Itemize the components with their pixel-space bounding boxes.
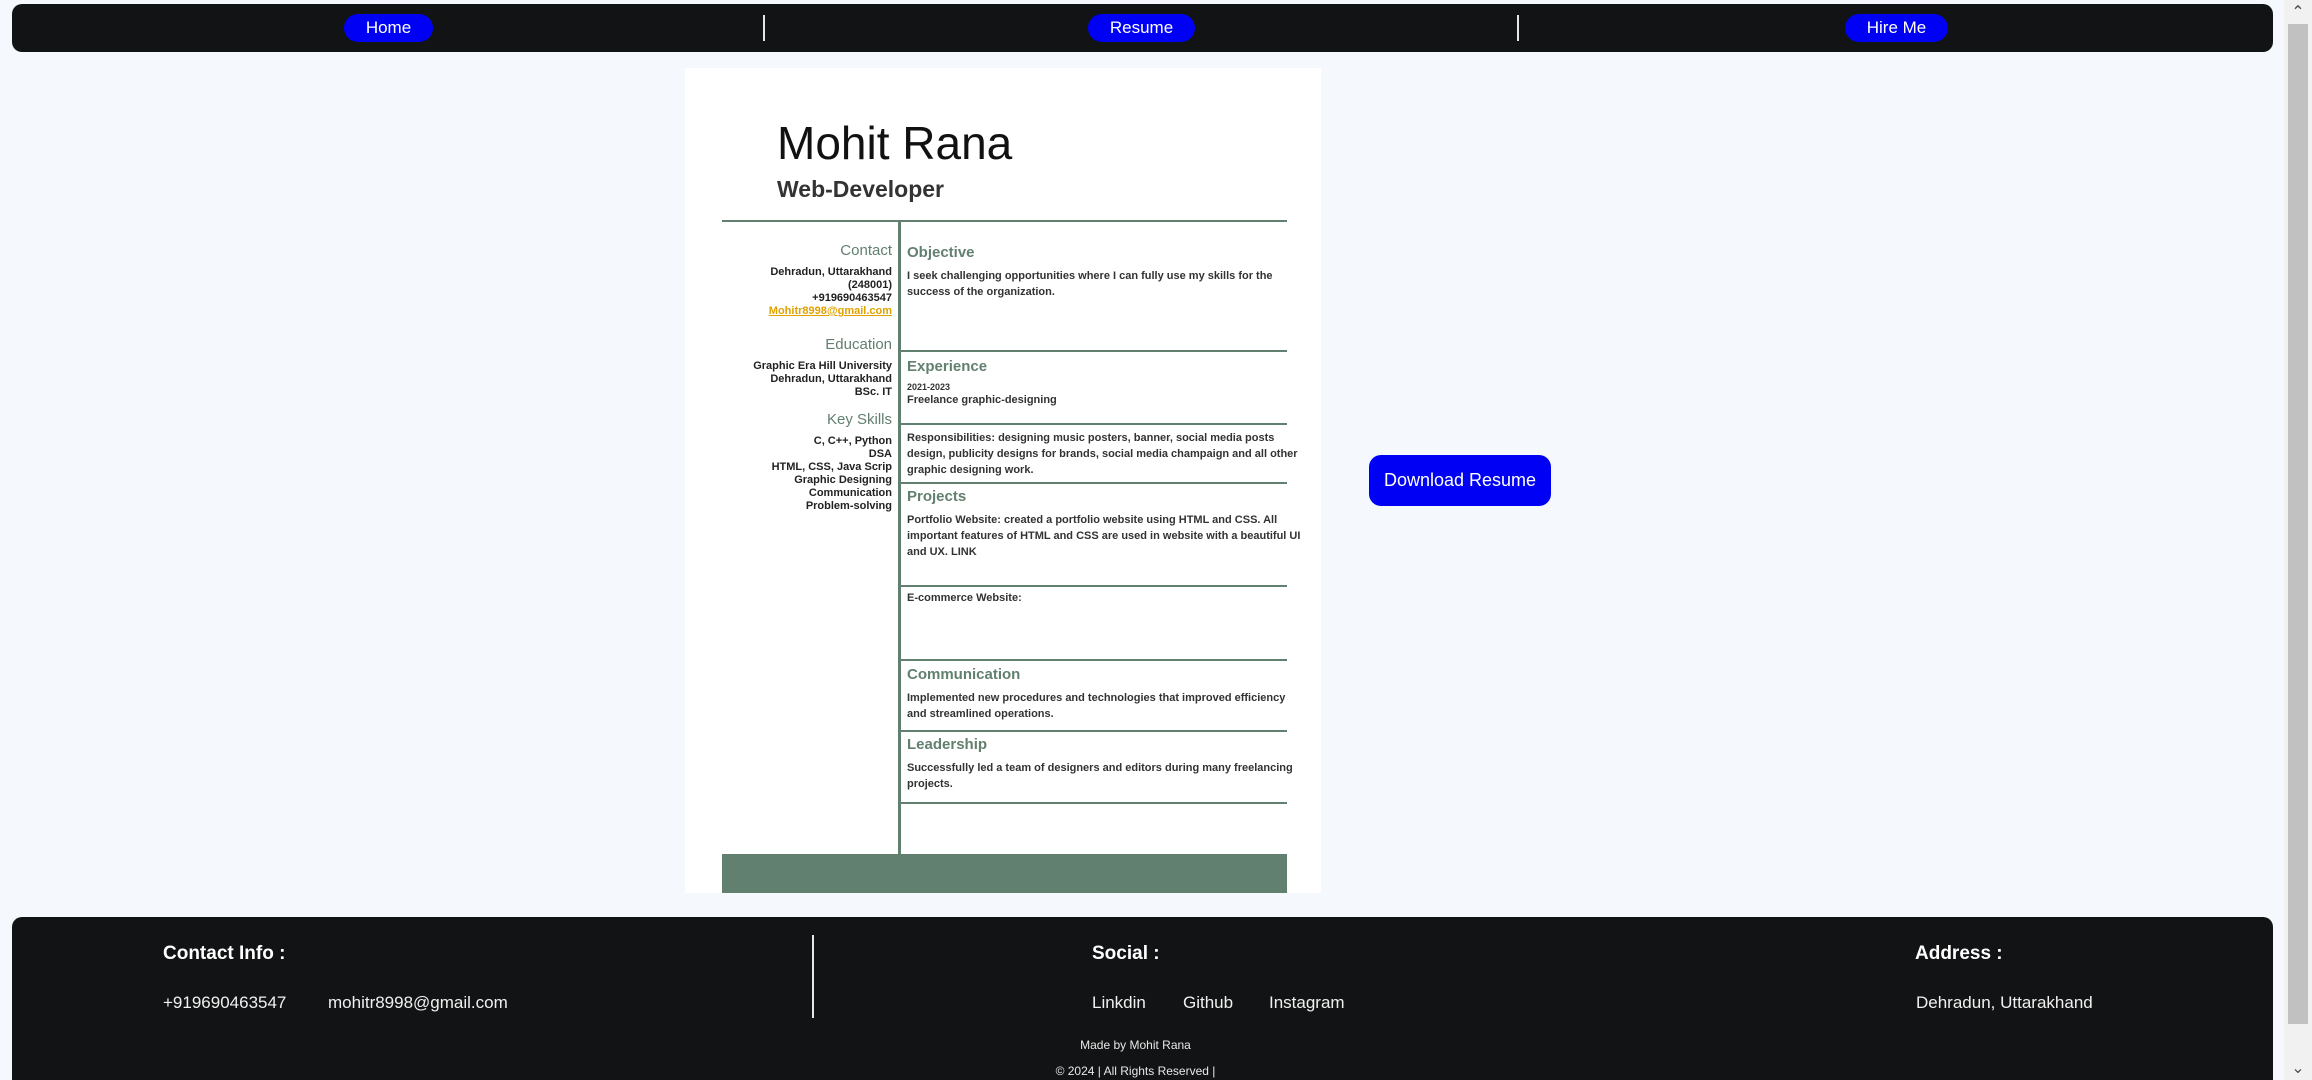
footer-social-heading: Social : [1092,943,1160,964]
resume-divider [900,350,1287,352]
communication-heading: Communication [907,666,1021,683]
nav-slot-home: Home [12,4,765,52]
footer-made-by: Made by Mohit Rana [1080,1038,1191,1052]
project-portfolio: Portfolio Website: created a portfolio w… [907,514,1301,558]
footer-phone: +919690463547 [163,993,287,1012]
resume-preview: Mohit Rana Web-Developer Contact Dehradu… [685,68,1321,893]
education-line: Graphic Era Hill University [753,360,892,372]
contact-phone: +919690463547 [812,292,892,304]
page-scrollbar[interactable]: ⌃ ⌄ [2284,0,2312,1080]
nav-slot-hire-me: Hire Me [1520,4,2273,52]
resume-footer-band [722,854,1287,893]
resume-role: Web-Developer [777,176,945,202]
resume-divider [900,659,1287,661]
footer-email[interactable]: mohitr8998@gmail.com [328,993,508,1013]
nav-divider [1517,15,1519,41]
resume-divider [900,802,1287,804]
education-line: Dehradun, Uttarakhand [770,373,892,385]
footer-copyright: © 2024 | All Rights Reserved | [1055,1064,1216,1078]
contact-email: Mohitr8998@gmail.com [768,305,892,317]
nav-home-link[interactable]: Home [343,14,434,42]
experience-date: 2021-2023 [907,382,951,392]
skill-line: Communication [808,487,892,499]
resume-divider [900,585,1287,587]
experience-responsibilities: Responsibilities: designing music poster… [907,432,1298,476]
resume-divider [900,423,1287,425]
objective-section: Objective I seek challenging opportuniti… [907,244,1307,300]
resume-left-column: Contact Dehradun, Uttarakhand (248001) +… [723,242,892,513]
leadership-section: Leadership Successfully led a team of de… [907,736,1307,792]
chevron-up-icon[interactable]: ⌃ [2284,0,2312,24]
resume-divider [900,482,1287,484]
nav-resume-link[interactable]: Resume [1087,14,1196,42]
nav-slot-resume: Resume [765,4,1518,52]
resume-divider [900,730,1287,732]
resume-name: Mohit Rana [777,117,1013,169]
skill-line: DSA [868,448,892,460]
projects-section: Projects Portfolio Website: created a po… [907,488,1307,560]
skills-heading: Key Skills [826,411,892,428]
responsibilities-section: Responsibilities: designing music poster… [907,430,1307,478]
download-resume-button[interactable]: Download Resume [1369,455,1551,506]
contact-address-line: Dehradun, Uttarakhand [770,266,892,278]
education-heading: Education [825,336,892,353]
skill-line: HTML, CSS, Java Scrip [771,461,892,473]
footer-address-heading: Address : [1915,943,2003,964]
scrollbar-thumb[interactable] [2288,24,2308,1024]
resume-column-divider [898,222,901,888]
footer-address: Dehradun, Uttarakhand [1916,993,2093,1012]
top-navbar: Home Resume Hire Me [12,4,2273,52]
communication-text: Implemented new procedures and technolog… [907,692,1286,720]
site-footer: Contact Info : +919690463547 mohitr8998@… [12,917,2273,1080]
experience-heading: Experience [907,358,988,375]
skill-line: C, C++, Python [813,435,892,447]
objective-text: I seek challenging opportunities where I… [907,270,1273,298]
objective-heading: Objective [907,244,975,261]
project-ecommerce: E-commerce Website: [907,592,1022,604]
nav-hire-me-link[interactable]: Hire Me [1844,14,1949,42]
projects-heading: Projects [907,488,967,505]
footer-contact-heading: Contact Info : [163,943,286,964]
education-line: BSc. IT [854,386,892,398]
contact-heading: Contact [840,242,892,259]
ecommerce-section: E-commerce Website: [907,590,1307,606]
leadership-heading: Leadership [907,736,988,753]
resume-divider [722,220,1287,222]
skill-line: Graphic Designing [794,474,892,486]
skill-line: Problem-solving [805,500,892,512]
footer-divider [812,935,814,1018]
footer-instagram-link[interactable]: Instagram [1269,993,1345,1013]
footer-linkedin-link[interactable]: Linkdin [1092,993,1146,1013]
chevron-down-icon[interactable]: ⌄ [2284,1056,2312,1080]
experience-title: Freelance graphic-designing [907,394,1057,406]
experience-section: Experience 2021-2023 Freelance graphic-d… [907,358,1307,408]
leadership-text: Successfully led a team of designers and… [907,762,1293,790]
contact-address-line: (248001) [847,279,892,291]
footer-github-link[interactable]: Github [1183,993,1233,1013]
communication-section: Communication Implemented new procedures… [907,666,1307,722]
